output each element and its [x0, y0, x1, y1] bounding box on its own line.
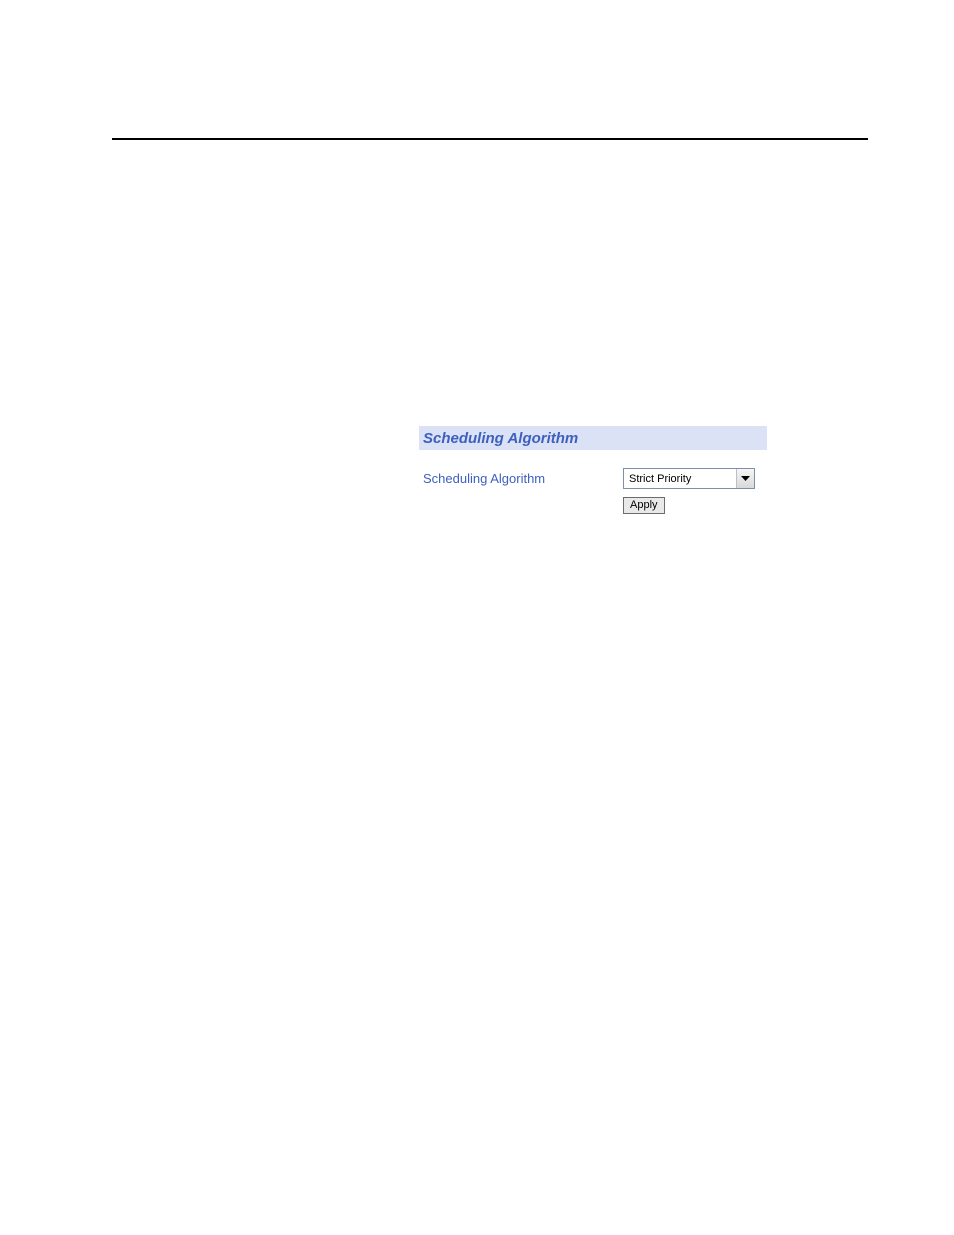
scheduling-algorithm-label: Scheduling Algorithm [419, 471, 623, 486]
horizontal-rule [112, 138, 868, 140]
chevron-down-icon [741, 476, 750, 481]
panel-header: Scheduling Algorithm [419, 426, 767, 450]
scheduling-algorithm-row: Scheduling Algorithm Strict Priority [419, 468, 767, 489]
select-value-text: Strict Priority [624, 473, 736, 485]
dropdown-button[interactable] [736, 469, 754, 488]
scheduling-algorithm-select[interactable]: Strict Priority [623, 468, 755, 489]
panel-body: Scheduling Algorithm Strict Priority App… [419, 468, 767, 514]
apply-button[interactable]: Apply [623, 497, 665, 514]
scheduling-algorithm-panel: Scheduling Algorithm Scheduling Algorith… [419, 426, 767, 514]
panel-title: Scheduling Algorithm [423, 430, 578, 447]
